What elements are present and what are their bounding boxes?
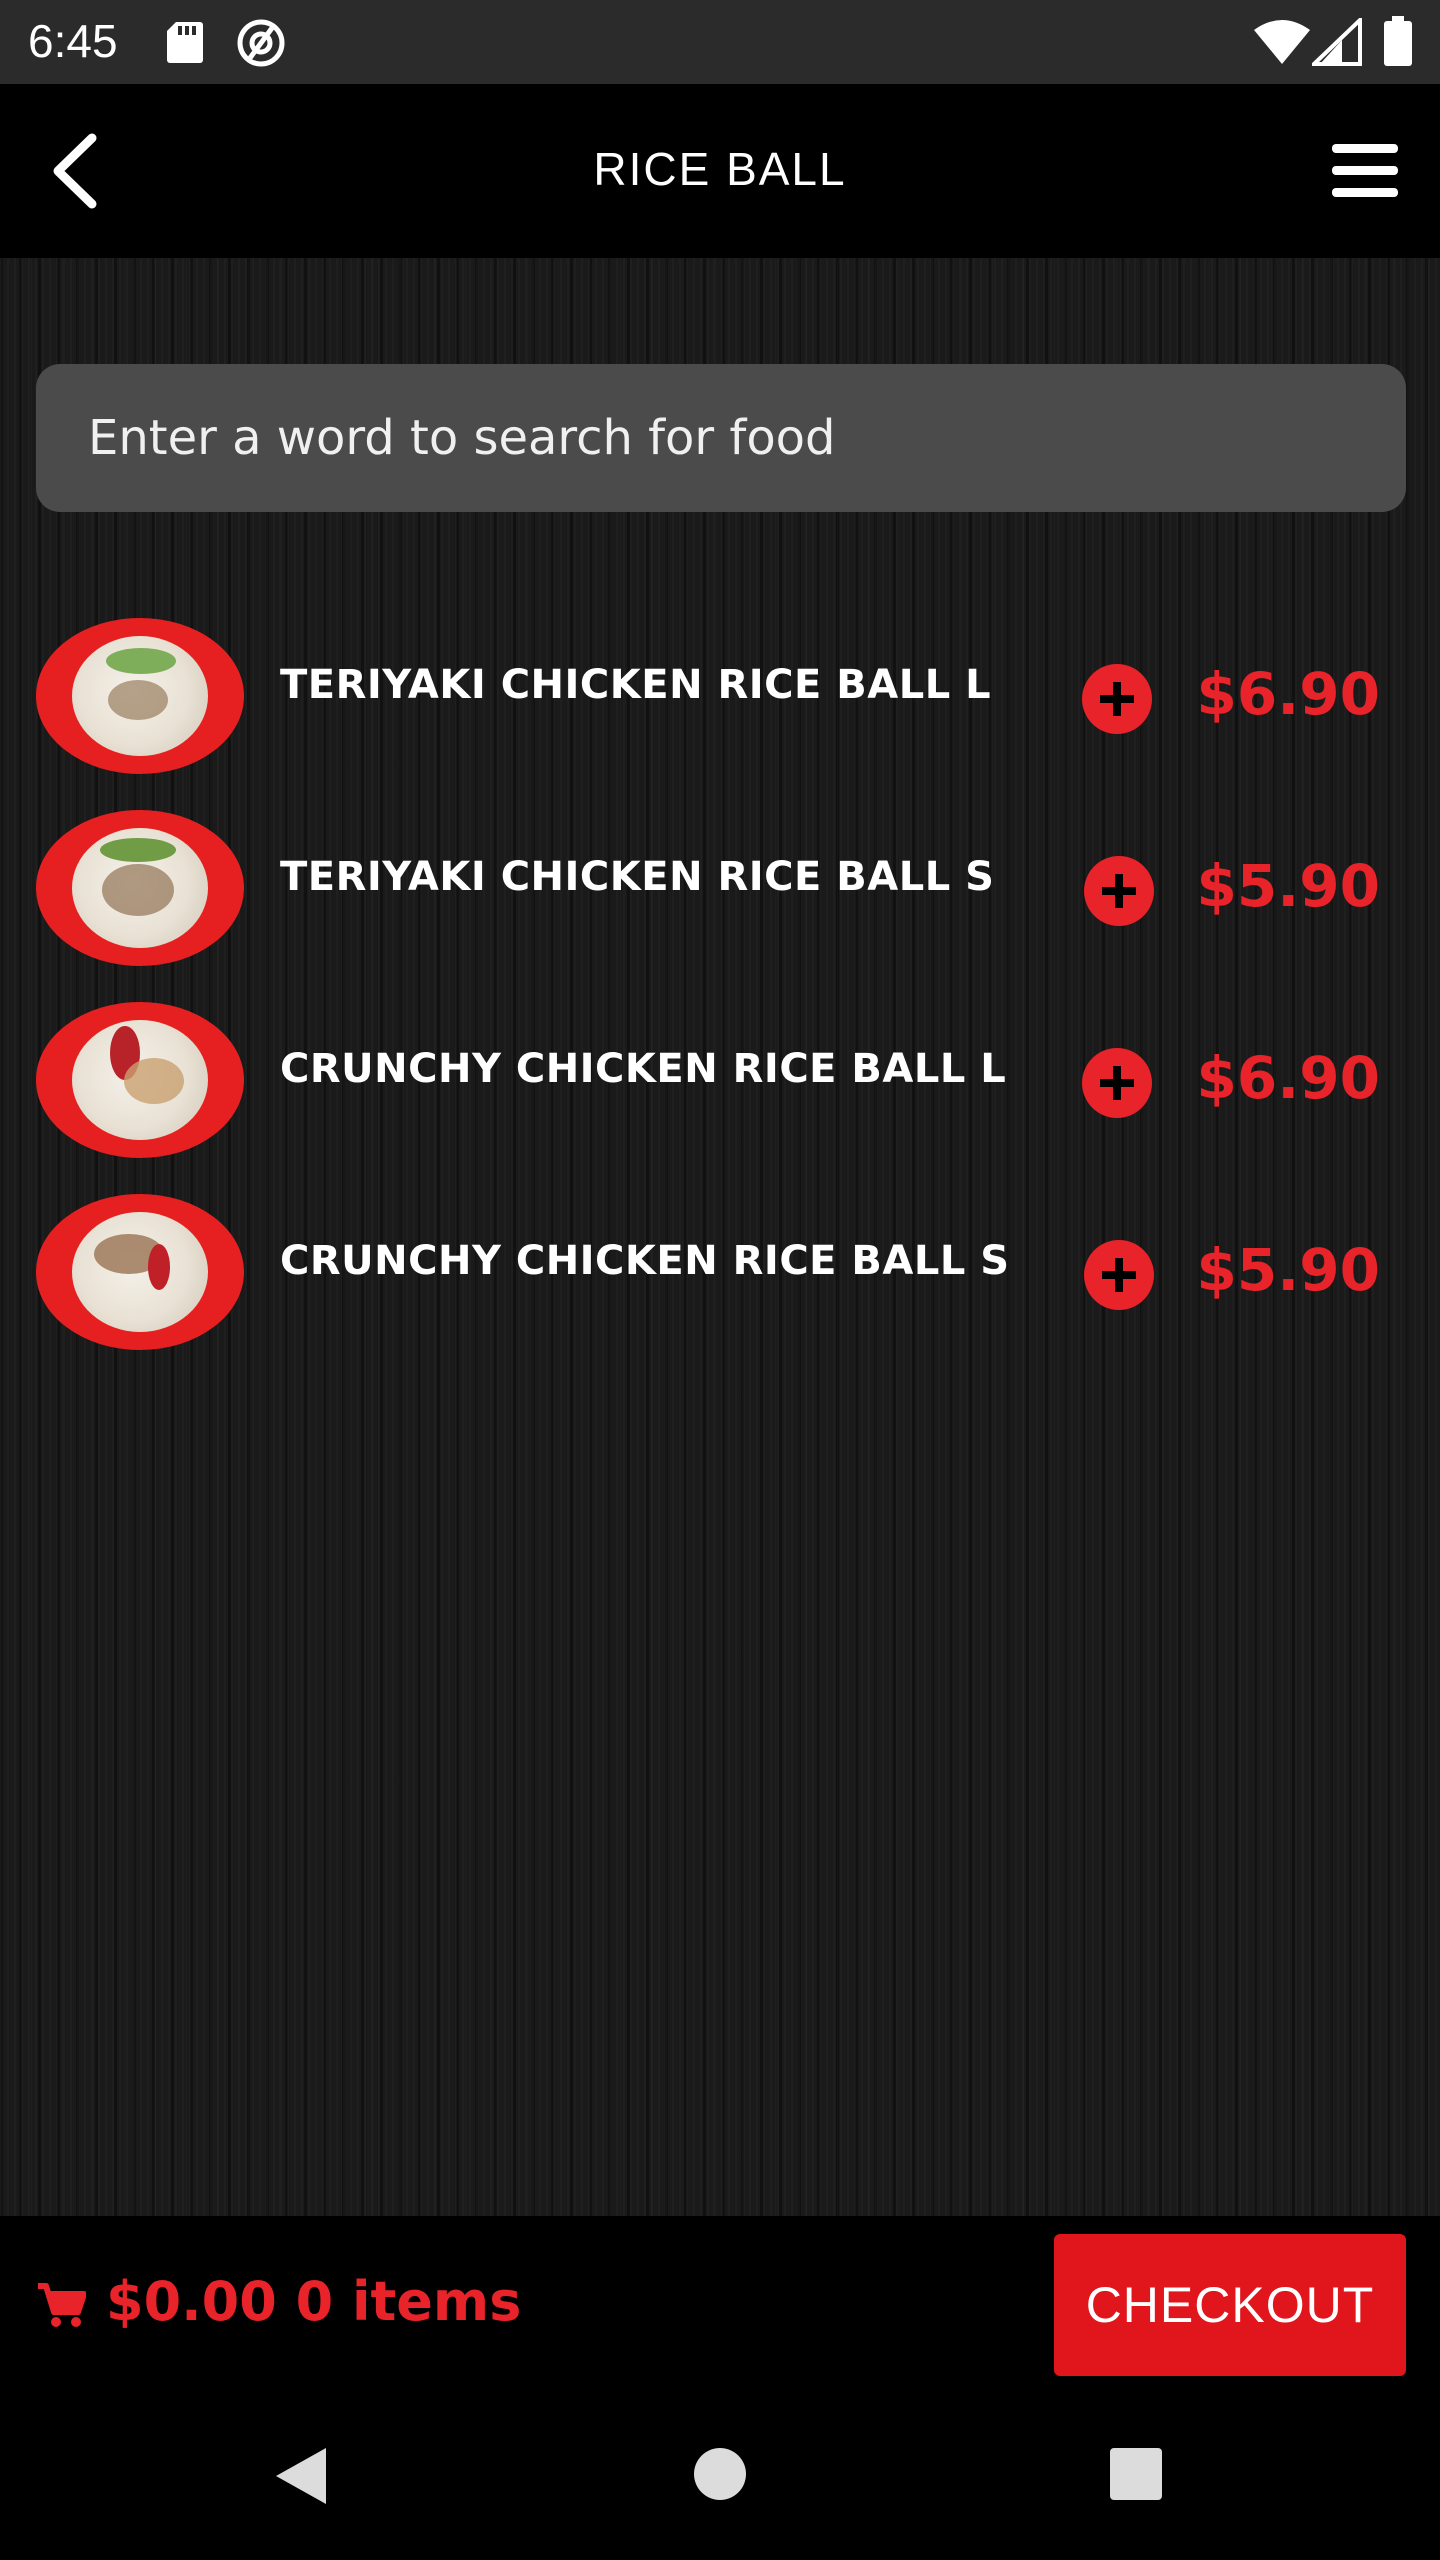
cart-icon (38, 2283, 86, 2327)
list-item[interactable]: CRUNCHY CHICKEN RICE BALL L $6.90 (0, 1002, 1440, 1162)
nav-back-icon[interactable] (270, 2444, 330, 2508)
signal-icon (1312, 18, 1362, 66)
list-item[interactable]: TERIYAKI CHICKEN RICE BALL S $5.90 (0, 810, 1440, 970)
content-area: TERIYAKI CHICKEN RICE BALL L $6.90 TERIY… (0, 258, 1440, 2216)
wifi-icon (1254, 20, 1310, 64)
add-icon[interactable] (1084, 1240, 1154, 1310)
page-title: RICE BALL (593, 143, 847, 195)
checkout-button[interactable]: CHECKOUT (1054, 2234, 1406, 2376)
teriyaki-rice-ball-image (36, 810, 244, 966)
battery-icon (1384, 16, 1412, 66)
food-price: $5.90 (1196, 852, 1380, 920)
sd-card-icon (167, 22, 203, 63)
add-icon[interactable] (1084, 856, 1154, 926)
nav-home-icon[interactable] (694, 2448, 746, 2500)
nav-recents-icon[interactable] (1110, 2448, 1162, 2500)
status-bar: 6:45 (0, 0, 1440, 84)
assistant-icon (237, 19, 285, 67)
food-name: TERIYAKI CHICKEN RICE BALL S (280, 854, 995, 900)
food-price: $6.90 (1196, 1044, 1380, 1112)
food-name: CRUNCHY CHICKEN RICE BALL L (280, 1046, 1007, 1092)
hamburger-menu-icon[interactable] (1330, 138, 1400, 204)
add-icon[interactable] (1082, 1048, 1152, 1118)
add-icon[interactable] (1082, 664, 1152, 734)
food-price: $6.90 (1196, 660, 1380, 728)
app-bar: RICE BALL (0, 84, 1440, 258)
status-time: 6:45 (28, 15, 118, 67)
list-item[interactable]: CRUNCHY CHICKEN RICE BALL S $5.90 (0, 1194, 1440, 1354)
crunchy-rice-ball-image (36, 1002, 244, 1158)
system-nav-bar (0, 2392, 1440, 2560)
cart-summary: $0.00 0 items (106, 2270, 522, 2333)
search-input[interactable] (36, 364, 1406, 512)
cart-bar: $0.00 0 items CHECKOUT (0, 2216, 1440, 2392)
teriyaki-rice-ball-image (36, 618, 244, 774)
food-name: CRUNCHY CHICKEN RICE BALL S (280, 1238, 1010, 1284)
list-item[interactable]: TERIYAKI CHICKEN RICE BALL L $6.90 (0, 618, 1440, 778)
food-price: $5.90 (1196, 1236, 1380, 1304)
crunchy-rice-ball-image (36, 1194, 244, 1350)
food-name: TERIYAKI CHICKEN RICE BALL L (280, 662, 992, 708)
